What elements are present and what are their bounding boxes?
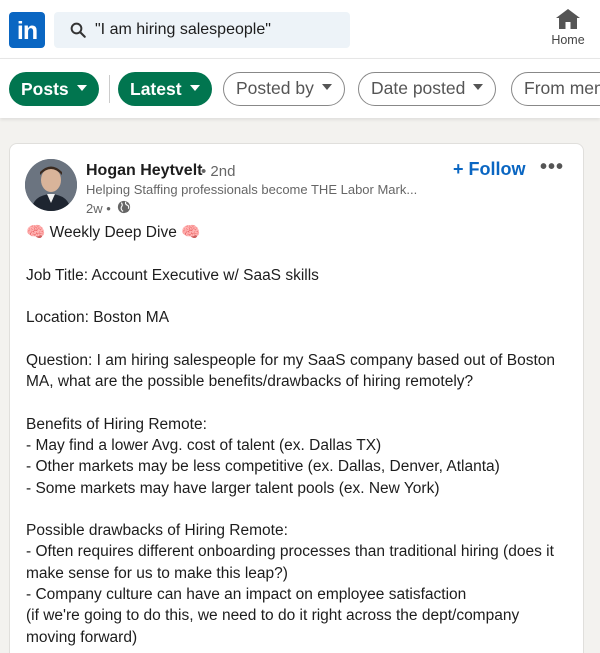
home-nav-item[interactable]: Home (545, 8, 591, 52)
linkedin-logo[interactable]: in (9, 12, 45, 48)
post-body-line: moving forward) (26, 628, 138, 646)
post-body-line: - Some markets may have larger talent po… (26, 479, 440, 497)
connection-degree: • 2nd (201, 163, 236, 180)
search-bar[interactable]: "I am hiring salespeople" (54, 12, 350, 48)
post-body-spacer (26, 499, 571, 520)
top-nav: in "I am hiring salespeople" Home (0, 0, 600, 58)
post-body-line: (if we're going to do this, we need to d… (26, 607, 520, 625)
post-body-line: Job Title: Account Executive w/ SaaS ski… (26, 266, 319, 284)
post-body-line: - May find a lower Avg. cost of talent (… (26, 436, 382, 454)
chevron-down-icon (189, 85, 200, 92)
filter-posted-by-label: Posted by (236, 78, 314, 98)
follow-button[interactable]: + Follow (453, 159, 526, 180)
search-input[interactable]: "I am hiring salespeople" (95, 21, 271, 39)
filter-from-members-label: From mem (524, 78, 600, 98)
filter-date-posted[interactable]: Date posted (358, 72, 497, 106)
author-headline: Helping Staffing professionals become TH… (86, 182, 418, 197)
chevron-down-icon (321, 84, 332, 91)
post-body-spacer (26, 243, 571, 264)
search-filter-bar: Posts Latest Posted by Date posted From … (0, 58, 600, 118)
filter-latest-label: Latest (130, 79, 182, 99)
post-body-line: make sense for us to make this leap?) (26, 564, 288, 582)
filter-date-posted-label: Date posted (371, 78, 466, 98)
post-card: Hogan Heytvelt • 2nd Helping Staffing pr… (9, 143, 584, 653)
author-name[interactable]: Hogan Heytvelt (86, 162, 202, 180)
filter-divider (109, 75, 110, 103)
post-body: 🧠 Weekly Deep Dive 🧠 Job Title: Account E… (26, 222, 571, 648)
author-photo (25, 159, 77, 211)
post-body-line: - Other markets may be less competitive … (26, 458, 500, 476)
home-icon (556, 9, 580, 29)
post-body-spacer (26, 328, 571, 349)
filter-posts-label: Posts (21, 79, 69, 99)
filter-latest[interactable]: Latest (118, 72, 212, 106)
chevron-down-icon (473, 84, 484, 91)
post-body-line: Possible drawbacks of Hiring Remote: (26, 522, 288, 540)
post-body-line: - Often requires different onboarding pr… (26, 543, 554, 561)
post-body-line: MA, what are the possible benefits/drawb… (26, 373, 474, 391)
post-body-line: 🧠 Weekly Deep Dive 🧠 (26, 224, 201, 241)
filter-posted-by[interactable]: Posted by (223, 72, 345, 106)
post-age: 2w • (86, 201, 111, 216)
post-body-spacer (26, 286, 571, 307)
chevron-down-icon (76, 85, 87, 92)
filter-posts[interactable]: Posts (9, 72, 99, 106)
post-body-line: Benefits of Hiring Remote: (26, 415, 207, 433)
filter-from-members[interactable]: From mem (511, 72, 600, 106)
post-body-line: Location: Boston MA (26, 309, 170, 327)
home-label: Home (551, 33, 585, 47)
more-options-icon[interactable]: ••• (540, 156, 564, 179)
post-body-line: Question: I am hiring salespeople for my… (26, 351, 556, 369)
avatar[interactable] (25, 159, 77, 211)
post-body-spacer (26, 392, 571, 413)
post-body-line: - Company culture can have an impact on … (26, 586, 467, 604)
search-icon (70, 22, 86, 38)
globe-icon (117, 200, 131, 214)
